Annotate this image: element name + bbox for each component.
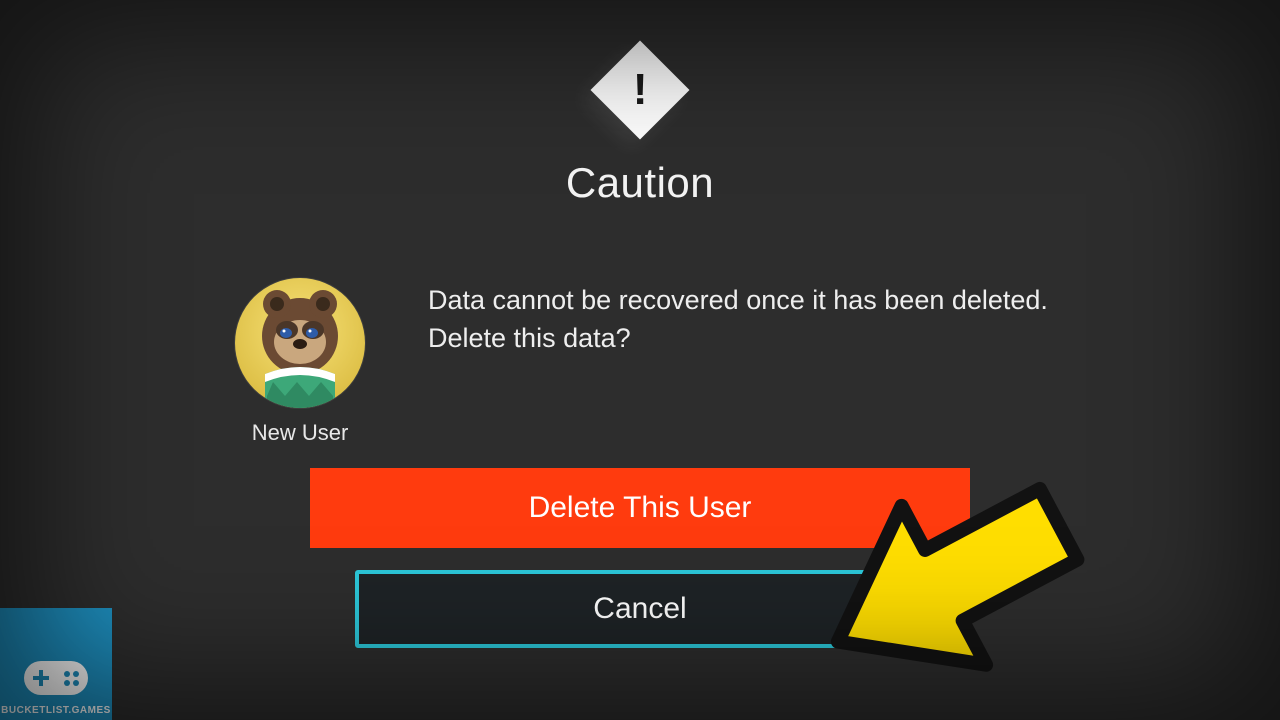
exclamation-icon: ! — [633, 68, 648, 112]
dialog-message: Data cannot be recovered once it has bee… — [428, 282, 1048, 358]
watermark-badge: BUCKETLIST.GAMES — [0, 608, 112, 720]
cancel-button[interactable]: Cancel — [355, 570, 925, 648]
user-card: New User — [230, 278, 370, 446]
watermark-text: BUCKETLIST.GAMES — [1, 705, 111, 716]
message-line-2: Delete this data? — [428, 320, 1048, 358]
gamepad-icon — [24, 661, 88, 695]
warning-icon: ! — [591, 41, 690, 140]
user-name: New User — [252, 420, 349, 446]
dialog-title: Caution — [566, 159, 714, 207]
avatar — [235, 278, 365, 408]
message-line-1: Data cannot be recovered once it has bee… — [428, 282, 1048, 320]
delete-user-button[interactable]: Delete This User — [310, 468, 970, 548]
